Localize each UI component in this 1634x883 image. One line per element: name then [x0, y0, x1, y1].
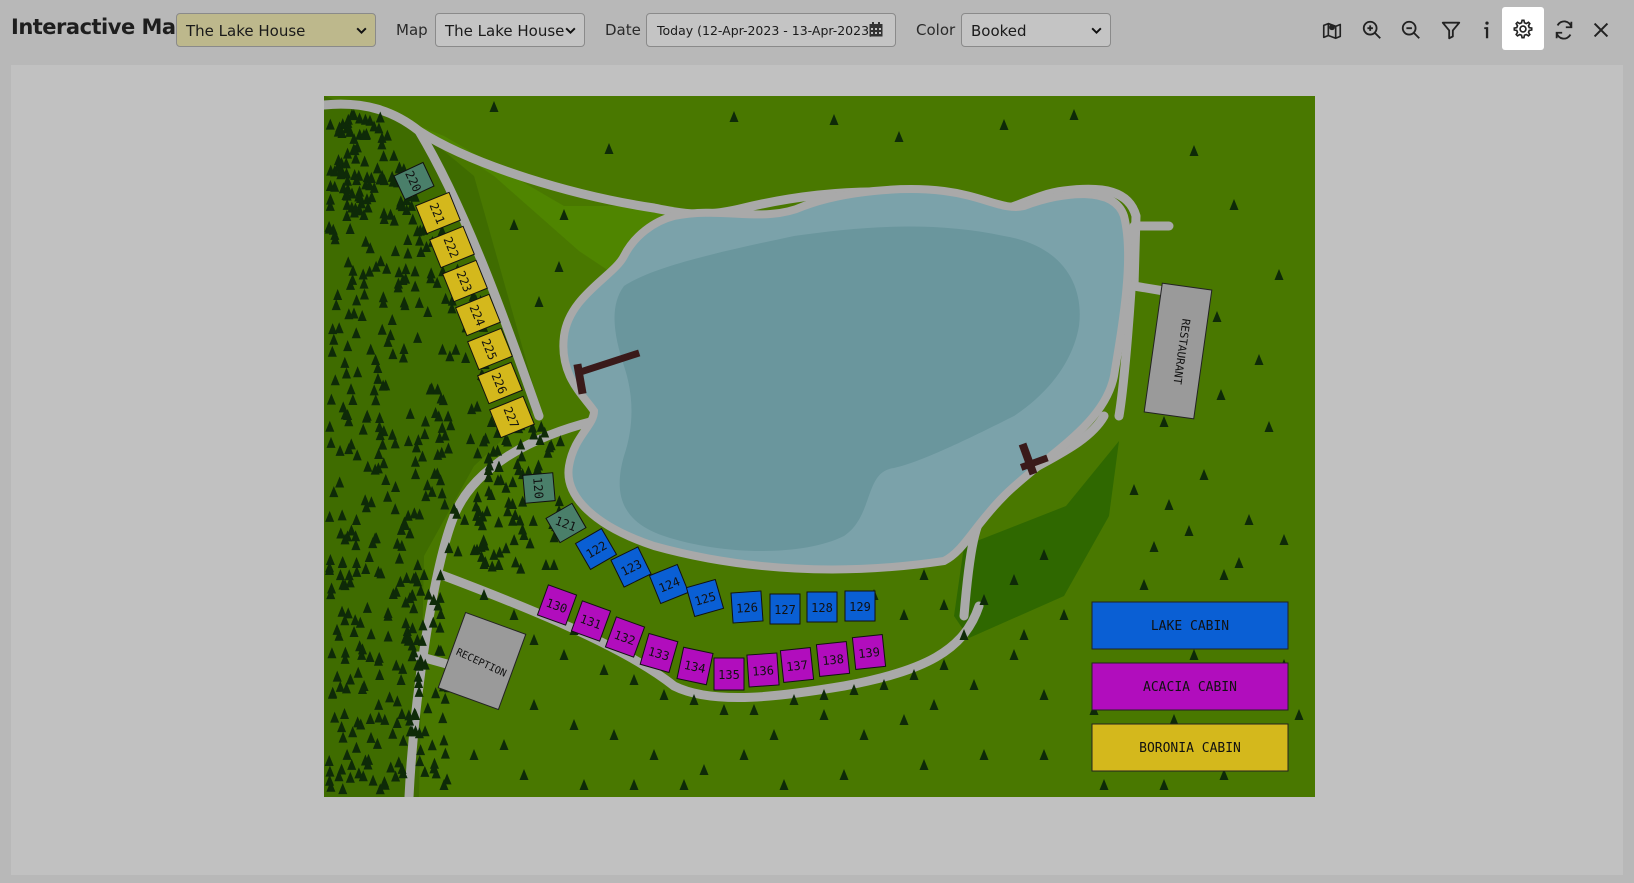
map-icon — [1322, 22, 1342, 40]
filter-icon — [1441, 21, 1461, 40]
map-select[interactable]: The Lake House — [435, 13, 585, 47]
toolbar: Interactive Map The Lake House Map The L… — [0, 0, 1634, 62]
refresh-icon — [1555, 20, 1573, 40]
date-value: Today (12-Apr-2023 - 13-Apr-2023) — [657, 23, 874, 38]
cabin-134[interactable]: 134 — [676, 646, 714, 686]
info-button[interactable] — [1468, 10, 1506, 50]
calendar-icon[interactable] — [869, 22, 883, 37]
cabin-label: 139 — [858, 645, 881, 661]
page-title: Interactive Map — [11, 15, 191, 39]
cabin-label: 138 — [822, 652, 845, 668]
property-select[interactable]: The Lake House — [176, 13, 376, 47]
cabin-label: 135 — [718, 668, 740, 682]
zoom-in-button[interactable] — [1353, 10, 1391, 50]
cabin-126[interactable]: 126 — [730, 590, 764, 624]
cabin-label: 129 — [849, 600, 871, 614]
filter-button[interactable] — [1432, 10, 1470, 50]
cabin-138[interactable]: 138 — [815, 640, 851, 678]
date-label: Date — [605, 21, 641, 39]
settings-icon — [1513, 18, 1533, 39]
cabin-label: 137 — [786, 658, 809, 674]
close-button[interactable] — [1582, 10, 1620, 50]
resort-map[interactable]: RESTAURANT RECEPTION 2202212222232242252… — [324, 96, 1315, 797]
map-legend: LAKE CABIN ACACIA CABIN BORONIA CABIN — [1091, 601, 1289, 772]
map-view-button[interactable] — [1313, 10, 1351, 50]
info-icon — [1484, 21, 1489, 39]
color-select[interactable]: Booked — [961, 13, 1111, 47]
legend-boronia-label: BORONIA CABIN — [1139, 741, 1241, 756]
cabin-137[interactable]: 137 — [779, 646, 815, 684]
cabin-label: 120 — [530, 477, 546, 500]
legend-lake-label: LAKE CABIN — [1151, 619, 1229, 634]
map-label: Map — [396, 21, 428, 39]
color-select-value: Booked — [971, 22, 1027, 40]
cabin-label: 127 — [774, 603, 796, 617]
cabin-136[interactable]: 136 — [746, 652, 780, 688]
cabin-120[interactable]: 120 — [522, 472, 556, 504]
cabin-label: 136 — [752, 663, 775, 678]
chevron-down-icon — [356, 27, 367, 35]
legend-acacia-label: ACACIA CABIN — [1143, 680, 1237, 695]
cabin-139[interactable]: 139 — [851, 633, 887, 671]
cabin-129[interactable]: 129 — [844, 590, 876, 622]
color-label: Color — [916, 21, 956, 39]
zoom-out-button[interactable] — [1392, 10, 1430, 50]
zoom-in-icon — [1362, 20, 1381, 39]
refresh-button[interactable] — [1545, 10, 1583, 50]
cabin-label: 128 — [811, 601, 833, 615]
chevron-down-icon — [565, 27, 576, 35]
zoom-out-icon — [1401, 20, 1420, 39]
cabin-135[interactable]: 135 — [713, 657, 745, 691]
cabin-label: 126 — [736, 600, 759, 615]
date-picker[interactable]: Today (12-Apr-2023 - 13-Apr-2023) — [646, 13, 896, 47]
cabin-128[interactable]: 128 — [806, 591, 838, 623]
chevron-down-icon — [1091, 27, 1102, 35]
close-icon — [1593, 22, 1609, 38]
property-select-value: The Lake House — [186, 22, 306, 40]
map-select-value: The Lake House — [445, 22, 565, 40]
settings-button[interactable] — [1502, 7, 1544, 50]
cabin-127[interactable]: 127 — [769, 593, 801, 625]
